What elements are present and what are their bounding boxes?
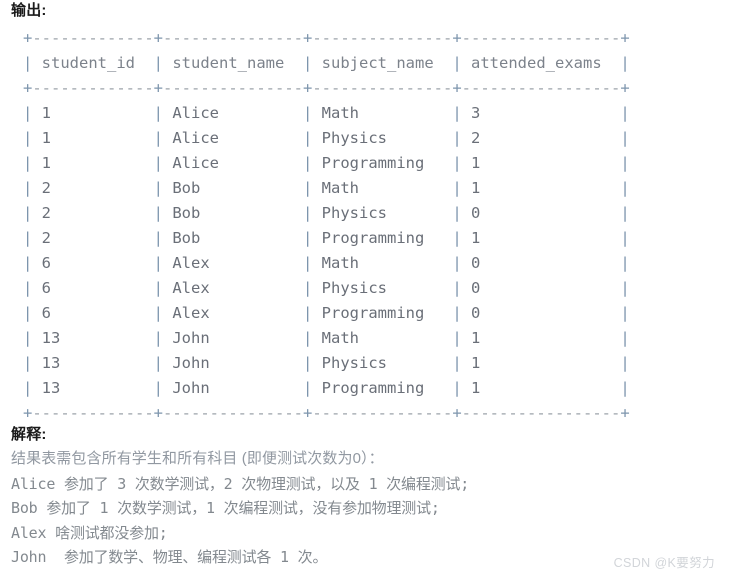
table-row: | 6 | Alex | Programming | 0 | xyxy=(23,304,630,322)
explanation-line: John 参加了数学、物理、编程测试各 1 次。 xyxy=(11,548,328,566)
output-section-heading: 输出: xyxy=(11,2,47,19)
table-row: | 1 | Alice | Physics | 2 | xyxy=(23,129,630,147)
table-row: | 1 | Alice | Programming | 1 | xyxy=(23,154,630,172)
table-row: | 13 | John | Physics | 1 | xyxy=(23,354,630,372)
table-row: | 6 | Alex | Math | 0 | xyxy=(23,254,630,272)
table-rule: +-------------+---------------+---------… xyxy=(23,404,630,422)
table-row: | 2 | Bob | Programming | 1 | xyxy=(23,229,630,247)
explanation-text-block: 结果表需包含所有学生和所有科目 (即便测试次数为0）： Alice 参加了 3 次… xyxy=(11,447,711,570)
explanation-section-heading: 解释: xyxy=(11,426,47,443)
query-result-ascii-table: +-------------+---------------+---------… xyxy=(23,26,630,426)
table-rule: +-------------+---------------+---------… xyxy=(23,79,630,97)
screenshot-root: 输出: +-------------+---------------+-----… xyxy=(0,0,731,580)
csdn-watermark: CSDN @K要努力 xyxy=(613,556,715,570)
explanation-line: Bob 参加了 1 次数学测试，1 次编程测试，没有参加物理测试; xyxy=(11,499,440,517)
table-row: | 13 | John | Programming | 1 | xyxy=(23,379,630,397)
table-row: | 2 | Bob | Math | 1 | xyxy=(23,179,630,197)
explanation-line: 结果表需包含所有学生和所有科目 (即便测试次数为0）： xyxy=(11,450,384,467)
table-header-row: | student_id | student_name | subject_na… xyxy=(23,54,630,72)
table-row: | 2 | Bob | Physics | 0 | xyxy=(23,204,630,222)
table-row: | 1 | Alice | Math | 3 | xyxy=(23,104,630,122)
explanation-line: Alice 参加了 3 次数学测试，2 次物理测试，以及 1 次编程测试; xyxy=(11,474,470,493)
explanation-line: Alex 啥测试都没参加; xyxy=(11,523,168,542)
table-rule: +-------------+---------------+---------… xyxy=(23,29,630,47)
table-row: | 6 | Alex | Physics | 0 | xyxy=(23,279,630,297)
table-row: | 13 | John | Math | 1 | xyxy=(23,329,630,347)
